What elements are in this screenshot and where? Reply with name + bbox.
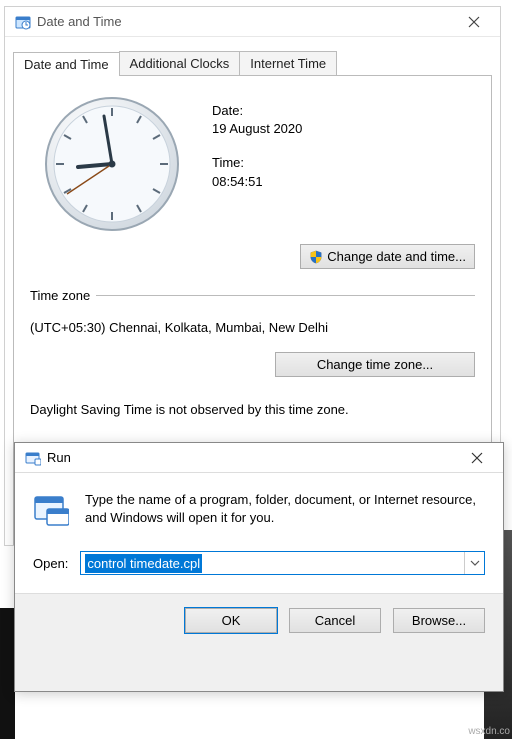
run-button-row: OK Cancel Browse... — [15, 593, 503, 647]
tab-additional-clocks[interactable]: Additional Clocks — [119, 51, 241, 75]
background-strip-left — [0, 608, 15, 739]
ok-button[interactable]: OK — [185, 608, 277, 633]
open-combobox[interactable]: control timedate.cpl — [80, 551, 485, 575]
time-zone-section-label: Time zone — [30, 288, 90, 303]
time-zone-section: Time zone — [30, 288, 475, 303]
change-date-time-label: Change date and time... — [327, 249, 466, 264]
tab-internet-time[interactable]: Internet Time — [239, 51, 337, 75]
analog-clock — [42, 94, 182, 234]
section-rule — [96, 295, 475, 296]
change-time-zone-label: Change time zone... — [317, 357, 433, 372]
change-date-time-button[interactable]: Change date and time... — [300, 244, 475, 269]
run-message: Type the name of a program, folder, docu… — [85, 491, 485, 527]
date-time-titlebar[interactable]: Date and Time — [5, 7, 500, 37]
combobox-dropdown-button[interactable] — [464, 552, 484, 574]
time-value: 08:54:51 — [212, 173, 302, 191]
date-value: 19 August 2020 — [212, 120, 302, 138]
run-title-icon — [25, 450, 41, 466]
cancel-button[interactable]: Cancel — [289, 608, 381, 633]
run-dialog: Run Type the name of a program, folder, … — [14, 442, 504, 692]
run-open-row: Open: control timedate.cpl — [15, 545, 503, 593]
run-title: Run — [41, 450, 455, 465]
chevron-down-icon — [470, 560, 480, 566]
open-label: Open: — [33, 556, 68, 571]
date-label: Date: — [212, 102, 302, 120]
watermark: wsxdn.co — [468, 726, 510, 737]
open-input-value[interactable]: control timedate.cpl — [85, 554, 202, 573]
run-program-icon — [33, 491, 69, 527]
close-button[interactable] — [452, 8, 496, 36]
close-icon — [468, 16, 480, 28]
date-time-icon — [15, 14, 31, 30]
run-titlebar[interactable]: Run — [15, 443, 503, 473]
tab-date-and-time[interactable]: Date and Time — [13, 52, 120, 76]
browse-button[interactable]: Browse... — [393, 608, 485, 633]
date-time-readout: Date: 19 August 2020 Time: 08:54:51 — [212, 102, 302, 207]
time-zone-value: (UTC+05:30) Chennai, Kolkata, Mumbai, Ne… — [30, 320, 328, 335]
run-body: Type the name of a program, folder, docu… — [15, 473, 503, 545]
dst-note: Daylight Saving Time is not observed by … — [30, 402, 349, 417]
close-icon — [471, 452, 483, 464]
date-time-title: Date and Time — [31, 14, 452, 29]
uac-shield-icon — [309, 250, 323, 264]
change-time-zone-button[interactable]: Change time zone... — [275, 352, 475, 377]
run-close-button[interactable] — [455, 444, 499, 472]
tabstrip: Date and Time Additional Clocks Internet… — [13, 51, 500, 75]
time-label: Time: — [212, 154, 302, 172]
